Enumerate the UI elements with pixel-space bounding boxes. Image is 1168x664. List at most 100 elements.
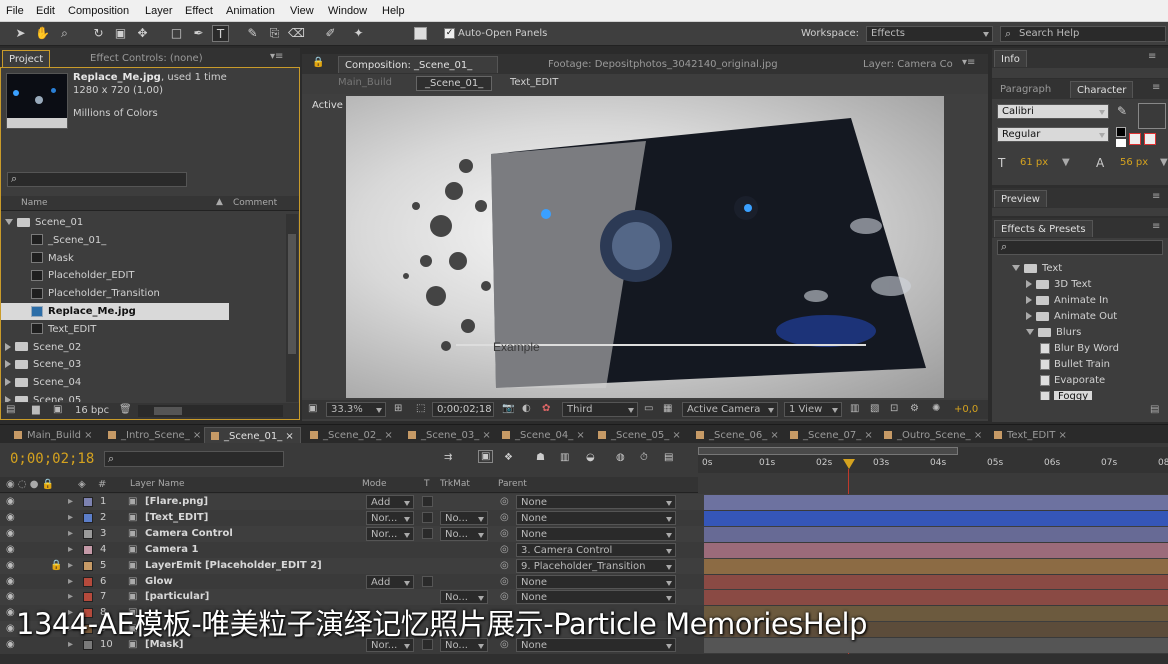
leading-dropdown-icon[interactable]: ▼ [1160, 157, 1168, 168]
tab-composition[interactable]: Composition: _Scene_01_ [338, 56, 498, 73]
font-size-value[interactable]: 61 px [1020, 157, 1048, 168]
fill-color-swatch[interactable] [1138, 103, 1166, 129]
breadcrumb-item[interactable]: Text_EDIT [502, 76, 566, 89]
effects-item[interactable]: Bullet Train [992, 356, 1168, 373]
puppet-pin-tool-icon[interactable]: ✦ [350, 25, 367, 42]
mask-visibility-icon[interactable]: ⬚ [416, 403, 425, 414]
timeline-tab[interactable]: _Outro_Scene_ × [878, 427, 988, 444]
layer-row[interactable]: ◉ 🔒 ▸ 5 ▣ LayerEmit [Placeholder_EDIT 2] ◎ 9. P… [0, 557, 1168, 574]
tab-footage[interactable]: Footage: Depositphotos_3042140_original.… [542, 56, 784, 73]
parent-select[interactable]: None [516, 526, 676, 541]
font-family-select[interactable]: Calibri [997, 104, 1109, 119]
draft-3d-icon[interactable]: ❖ [504, 452, 513, 463]
tree-item[interactable]: Text_EDIT [1, 321, 286, 338]
graph-editor-icon[interactable]: ▤ [664, 452, 673, 463]
layer-row[interactable]: ◉ ▸ 1 ▣ [Flare.png] Add ◎ None [0, 494, 1168, 510]
brush-tool-icon[interactable]: ✎ [244, 25, 261, 42]
tree-item[interactable]: Scene_02 [1, 339, 286, 356]
timeline-current-time[interactable]: 0;00;02;18 [10, 451, 94, 467]
pick-whip-icon[interactable]: ◎ [500, 574, 509, 590]
close-icon[interactable]: × [861, 430, 872, 441]
expand-open-icon[interactable] [1012, 265, 1020, 271]
layer-name[interactable]: LayerEmit [Placeholder_EDIT 2] [145, 558, 322, 574]
tree-item[interactable]: Mask [1, 250, 286, 267]
timeline-tab[interactable]: Main_Build × [8, 427, 99, 444]
timeline-tab[interactable]: _Scene_05_ × [592, 427, 687, 444]
search-help-input[interactable]: ⌕ Search Help [1000, 26, 1166, 42]
close-icon[interactable]: × [669, 430, 680, 441]
pick-whip-icon[interactable]: ◎ [500, 510, 509, 526]
expand-closed-icon[interactable] [1026, 280, 1032, 288]
eyedropper-icon[interactable]: ✎ [1117, 104, 1127, 118]
timeline-tab[interactable]: _Intro_Scene_ × [102, 427, 207, 444]
timeline-tab[interactable]: _Scene_04_ × [496, 427, 591, 444]
timeline-tab[interactable]: _Scene_02_ × [304, 427, 399, 444]
panel-toggle-icon[interactable] [414, 27, 427, 40]
tree-item[interactable]: Placeholder_Transition [1, 285, 286, 302]
menu-animation[interactable]: Animation [226, 5, 275, 17]
flowchart-icon[interactable]: ⚙ [910, 403, 919, 414]
breadcrumb-item[interactable]: Main_Build [330, 76, 400, 89]
pick-whip-icon[interactable]: ◎ [500, 558, 509, 574]
label-color-swatch[interactable] [83, 512, 93, 523]
no-stroke-swatch[interactable] [1144, 133, 1156, 145]
hand-tool-icon[interactable]: ✋ [34, 25, 51, 42]
preserve-transparency-checkbox[interactable] [422, 575, 433, 587]
pick-whip-icon[interactable]: ◎ [500, 542, 509, 558]
project-hscroll[interactable] [138, 405, 283, 417]
label-color-swatch[interactable] [83, 544, 93, 555]
col-mode[interactable]: Mode [362, 479, 387, 489]
eye-icon[interactable]: ◉ [6, 510, 15, 526]
tab-character[interactable]: Character [1070, 81, 1134, 98]
timeline-tab[interactable]: _Scene_07_ × [784, 427, 879, 444]
parent-select[interactable]: None [516, 495, 676, 509]
show-snapshot-icon[interactable]: ◐ [522, 403, 531, 414]
preserve-transparency-checkbox[interactable] [422, 527, 433, 539]
panel-menu-icon[interactable]: ≡ [1152, 191, 1160, 202]
black-swatch[interactable] [1116, 127, 1126, 137]
expand-closed-icon[interactable]: ▸ [68, 526, 73, 542]
col-layer-name[interactable]: Layer Name [130, 479, 185, 489]
layer-row[interactable]: ◉ ▸ 4 ▣ Camera 1 ◎ 3. Camera Control [0, 541, 1168, 558]
brainstorm-icon[interactable]: ◍ [616, 452, 625, 463]
pick-whip-icon[interactable]: ◎ [500, 494, 509, 510]
tab-effects-presets[interactable]: Effects & Presets [994, 220, 1093, 237]
breadcrumb-item[interactable]: _Scene_01_ [416, 76, 493, 91]
eye-icon[interactable]: ◉ [6, 574, 15, 590]
layer-duration-bar[interactable] [704, 526, 1168, 542]
rectangle-tool-icon[interactable]: □ [168, 25, 185, 42]
parent-select[interactable]: None [516, 510, 676, 525]
timeline-tab[interactable]: _Scene_06_ × [690, 427, 785, 444]
zoom-tool-icon[interactable]: ⌕ [56, 25, 73, 42]
live-update-icon[interactable]: ▣ [478, 450, 494, 463]
resolution-select[interactable]: Third [562, 402, 638, 417]
layer-name[interactable]: Camera 1 [145, 542, 198, 558]
layer-mode-select[interactable]: Nor... [366, 510, 414, 525]
parent-select[interactable]: None [516, 574, 676, 589]
toggle-pixel-aspect-icon[interactable]: ▥ [850, 403, 859, 414]
safe-margins-icon[interactable]: ⊞ [394, 403, 402, 414]
exposure-reset-icon[interactable]: ✺ [932, 403, 940, 414]
close-icon[interactable]: × [573, 430, 584, 441]
menu-layer[interactable]: Layer [145, 5, 173, 17]
interpret-footage-icon[interactable]: ▤ [6, 404, 15, 415]
time-ruler[interactable]: 0s 01s 02s 03s 04s 05s 06s 07s 08s [698, 447, 1168, 473]
layer-mode-select[interactable]: Nor... [366, 526, 414, 541]
layer-row[interactable]: ◉ ▸ 6 ▣ Glow Add ◎ None [0, 573, 1168, 590]
layer-row[interactable]: ◉ ▸ 3 ▣ Camera Control Nor... No... ◎ None [0, 525, 1168, 542]
layer-duration-bar[interactable] [704, 558, 1168, 574]
tab-effect-controls[interactable]: Effect Controls: (none) [84, 50, 209, 67]
pen-tool-icon[interactable]: ✒ [190, 25, 207, 42]
menu-window[interactable]: Window [328, 5, 367, 17]
auto-keyframe-icon[interactable]: ⏱ [640, 452, 648, 463]
trash-icon[interactable]: 🗑 [119, 404, 132, 415]
panel-menu-icon[interactable]: ▾≡ [270, 51, 283, 62]
project-scrollbar[interactable] [286, 214, 298, 402]
menu-effect[interactable]: Effect [185, 5, 213, 17]
layer-duration-bar[interactable] [704, 574, 1168, 590]
expand-closed-icon[interactable] [5, 360, 11, 369]
project-search-input[interactable]: ⌕ [7, 172, 187, 187]
eye-icon[interactable]: ◉ [6, 542, 15, 558]
font-size-dropdown-icon[interactable]: ▼ [1062, 157, 1070, 168]
effects-item[interactable]: Text [992, 260, 1168, 277]
